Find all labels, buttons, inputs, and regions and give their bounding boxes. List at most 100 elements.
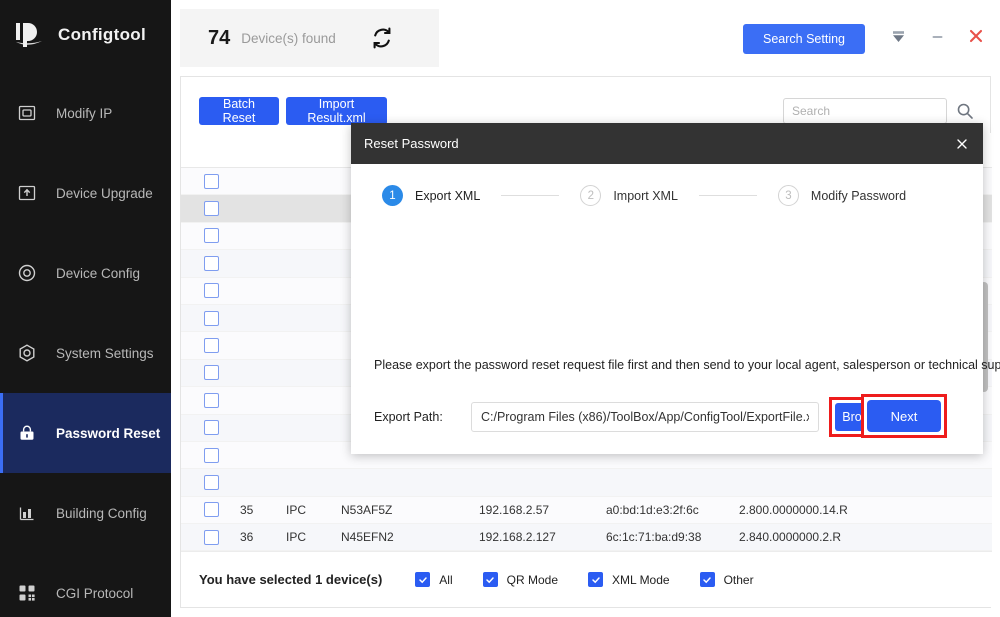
footer-checkbox-group: QR Mode — [482, 572, 558, 587]
gear-hex-icon — [16, 342, 38, 364]
step-export-xml[interactable]: 1 Export XML — [382, 185, 480, 206]
row-checkbox[interactable] — [204, 310, 219, 326]
filter-icon[interactable] — [888, 26, 908, 46]
cell-type: IPC — [286, 530, 307, 545]
dialog-title: Reset Password — [364, 136, 459, 151]
export-path-label: Export Path: — [374, 410, 443, 424]
sidebar-item-label: CGI Protocol — [56, 585, 134, 601]
checkbox-all[interactable] — [415, 572, 431, 587]
sidebar-item-cgi-protocol[interactable]: CGI Protocol — [0, 553, 171, 617]
dialog-close-icon[interactable] — [953, 135, 970, 152]
cell-model: N45EFN2 — [341, 530, 394, 545]
checkbox-label: All — [439, 572, 453, 587]
checkbox-other[interactable] — [699, 572, 715, 587]
row-checkbox[interactable] — [204, 283, 219, 299]
dahua-logo-icon — [14, 20, 46, 50]
brand: Configtool — [14, 20, 146, 50]
sidebar-item-password-reset[interactable]: Password Reset — [0, 393, 171, 473]
table-row[interactable]: 35 IPC N53AF5Z 192.168.2.57 a0:bd:1d:e3:2f:6… — [181, 496, 992, 525]
cell-type: IPC — [286, 502, 307, 517]
bar-chart-icon — [16, 502, 38, 524]
row-checkbox[interactable] — [204, 228, 219, 244]
selected-count-label: You have selected 1 device(s) — [199, 572, 383, 587]
sidebar-item-label: Building Config — [56, 505, 147, 521]
dialog-title-bar: Reset Password — [351, 123, 983, 164]
step-modify-password[interactable]: 3 Modify Password — [777, 185, 907, 206]
row-checkbox[interactable] — [204, 474, 219, 490]
row-checkbox[interactable] — [204, 502, 219, 518]
search-setting-button[interactable]: Search Setting — [743, 24, 865, 54]
cell-version: 2.800.0000000.14.R — [739, 502, 848, 517]
brand-label: Configtool — [58, 25, 146, 44]
ip-square-icon — [16, 102, 38, 124]
topbar: 74 Device(s) found Search Setting — [171, 0, 1000, 76]
lock-icon — [16, 422, 38, 444]
cell-version: 2.840.0000000.2.R — [739, 530, 842, 545]
footer-checkbox-group: All — [415, 572, 453, 587]
footer-checkbox-group: Other — [699, 572, 754, 587]
close-icon[interactable] — [966, 26, 986, 46]
upload-box-icon — [16, 182, 38, 204]
table-row[interactable]: XML<>Reset — [181, 469, 992, 497]
cell-no: 36 — [240, 530, 254, 545]
sidebar-item-system-settings[interactable]: System Settings — [0, 313, 171, 393]
step-number: 3 — [777, 185, 799, 206]
cell-no: 35 — [240, 502, 254, 517]
selection-footer: You have selected 1 device(s) All QR Mode… — [181, 551, 992, 607]
step-label: Import XML — [613, 188, 678, 203]
row-checkbox[interactable] — [204, 420, 219, 436]
reset-password-dialog: Reset Password 1 Export XML 2 Import XML — [351, 123, 1000, 454]
dialog-instruction-text: Please export the password reset request… — [374, 358, 1000, 372]
row-checkbox[interactable] — [204, 447, 219, 463]
grid-blocks-icon — [16, 582, 38, 604]
search-icon[interactable] — [956, 102, 974, 120]
cell-ip: 192.168.2.57 — [479, 502, 550, 517]
sidebar-item-label: Device Upgrade — [56, 185, 153, 201]
checkbox-xml-mode[interactable] — [588, 572, 603, 587]
checkbox-qr-mode[interactable] — [482, 572, 498, 587]
sidebar-item-label: Modify IP — [56, 105, 113, 121]
row-checkbox[interactable] — [204, 392, 219, 408]
export-path-input[interactable] — [471, 402, 819, 432]
step-number: 2 — [580, 185, 602, 206]
row-checkbox[interactable] — [204, 201, 219, 217]
device-found-label: Device(s) found — [241, 30, 336, 46]
step-import-xml[interactable]: 2 Import XML — [580, 185, 678, 206]
step-connector — [501, 195, 560, 196]
stepper: 1 Export XML 2 Import XML 3 Modify Passw… — [351, 164, 983, 227]
row-checkbox[interactable] — [204, 338, 219, 354]
search-input[interactable] — [783, 98, 947, 124]
checkbox-label: QR Mode — [506, 572, 558, 587]
device-found-box: 74 Device(s) found — [180, 9, 439, 67]
step-number: 1 — [382, 185, 403, 206]
sidebar-nav: Modify IP Device Upgrade Device Config S… — [0, 73, 171, 617]
window-controls — [888, 26, 986, 46]
refresh-icon[interactable] — [370, 26, 394, 50]
device-count: 74 — [208, 26, 231, 49]
row-checkbox[interactable] — [204, 365, 219, 381]
checkbox-label: XML Mode — [612, 572, 670, 587]
step-label: Export XML — [415, 188, 481, 203]
cell-model: N53AF5Z — [341, 502, 393, 517]
next-button-highlight: Next — [861, 394, 947, 438]
row-checkbox[interactable] — [204, 255, 219, 271]
row-checkbox[interactable] — [204, 173, 219, 189]
cell-mac: 6c:1c:71:ba:d9:38 — [606, 530, 702, 545]
batch-reset-button[interactable]: Batch Reset — [199, 97, 279, 125]
sidebar-item-label: Password Reset — [56, 425, 161, 441]
checkbox-label: Other — [723, 572, 754, 587]
step-connector — [698, 195, 757, 196]
footer-checkbox-group: XML Mode — [588, 572, 670, 587]
sidebar-item-device-config[interactable]: Device Config — [0, 233, 171, 313]
configtool-window: Configtool Modify IP Device Upgrade Devi… — [0, 0, 1000, 617]
step-label: Modify Password — [810, 188, 907, 203]
sidebar-item-building-config[interactable]: Building Config — [0, 473, 171, 553]
sidebar: Configtool Modify IP Device Upgrade Devi… — [0, 0, 171, 617]
row-checkbox[interactable] — [204, 529, 219, 545]
table-row[interactable]: 36 IPC N45EFN2 192.168.2.127 6c:1c:71:ba:d9:… — [181, 524, 992, 552]
minimize-icon[interactable] — [927, 26, 947, 46]
sidebar-item-device-upgrade[interactable]: Device Upgrade — [0, 153, 171, 233]
import-result-xml-button[interactable]: Import Result.xml — [286, 97, 387, 125]
next-button[interactable]: Next — [867, 400, 941, 432]
sidebar-item-modify-ip[interactable]: Modify IP — [0, 73, 171, 153]
